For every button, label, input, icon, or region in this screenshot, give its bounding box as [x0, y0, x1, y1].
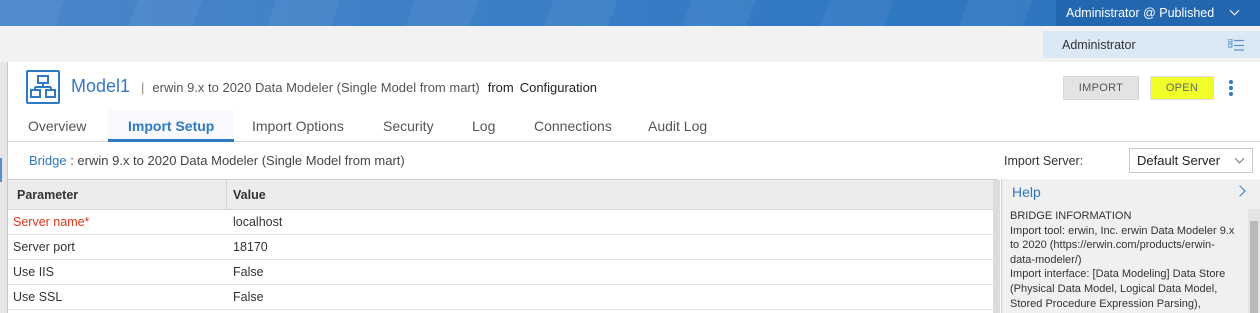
table-row[interactable]: Use SSL False [8, 285, 998, 310]
title-separator: | [141, 80, 145, 95]
tab-import-options[interactable]: Import Options [232, 110, 364, 142]
user-menu[interactable]: Administrator @ Published [1056, 0, 1260, 26]
import-server-select[interactable]: Default Server [1129, 148, 1253, 173]
help-title: Help [1012, 184, 1041, 200]
bridge-value: : erwin 9.x to 2020 Data Modeler (Single… [70, 153, 405, 168]
help-panel: Help BRIDGE INFORMATION Import tool: erw… [1001, 179, 1260, 313]
parameter-value[interactable]: False [233, 285, 264, 310]
user-menu-label: Administrator @ Published [1066, 6, 1215, 20]
tab-overview[interactable]: Overview [8, 110, 106, 142]
list-view-icon[interactable] [1228, 39, 1244, 51]
parameter-grid: Parameter Value Server name* localhost S… [8, 179, 1000, 313]
help-line: to 2020 (https://erwin.com/products/erwi… [1010, 239, 1215, 252]
tab-connections[interactable]: Connections [514, 110, 632, 142]
model-description: erwin 9.x to 2020 Data Modeler (Single M… [152, 80, 480, 95]
bridge-info: Bridge : erwin 9.x to 2020 Data Modeler … [29, 153, 405, 168]
parameter-name: Server name* [13, 215, 90, 229]
parameter-name: Use IIS [13, 265, 54, 279]
hierarchy-icon [30, 75, 56, 98]
model-icon [26, 70, 60, 104]
from-label: from [487, 80, 514, 95]
model-subtitle: | erwin 9.x to 2020 Data Modeler (Single … [141, 80, 597, 95]
grid-scrollbar[interactable] [993, 180, 1000, 313]
parameter-value[interactable]: False [233, 260, 264, 285]
left-collapse-strip[interactable] [0, 62, 8, 313]
tab-security[interactable]: Security [363, 110, 454, 142]
import-server-value: Default Server [1137, 153, 1221, 168]
model-title: Model1 [71, 76, 131, 96]
help-line: (Physical Data Model, Logical Data Model… [1010, 282, 1218, 295]
bridge-label[interactable]: Bridge [29, 153, 67, 168]
help-line: Stored Procedure Expression Parsing), [1010, 297, 1201, 310]
parameter-column-header[interactable]: Parameter [17, 180, 78, 210]
parameter-value[interactable]: 18170 [233, 235, 268, 260]
import-button[interactable]: IMPORT [1063, 76, 1139, 100]
scroll-thumb[interactable] [1250, 221, 1258, 313]
tab-bar: Overview Import Setup Import Options Sec… [8, 110, 1260, 142]
column-divider[interactable] [226, 180, 227, 210]
help-line: Import interface: [Data Modeling] Data S… [1010, 268, 1226, 281]
value-column-header[interactable]: Value [233, 180, 266, 210]
configuration-name[interactable]: Configuration [520, 80, 597, 95]
tab-audit-log[interactable]: Audit Log [628, 110, 727, 142]
open-button[interactable]: OPEN [1150, 76, 1214, 100]
parameter-name: Server port [13, 240, 75, 254]
more-options-icon[interactable] [1228, 80, 1234, 96]
table-row[interactable]: Use IIS False [8, 260, 998, 285]
left-strip-marker [0, 158, 2, 182]
admin-panel[interactable]: Administrator [1043, 31, 1260, 58]
admin-label: Administrator [1062, 37, 1136, 52]
top-bar: Administrator @ Published [0, 0, 1260, 26]
chevron-down-icon [1234, 153, 1245, 164]
help-line: BRIDGE INFORMATION [1010, 210, 1132, 222]
help-content: BRIDGE INFORMATION Import tool: erwin, I… [1010, 209, 1246, 313]
chevron-right-icon[interactable] [1234, 185, 1246, 197]
tab-import-setup[interactable]: Import Setup [108, 110, 235, 142]
table-row[interactable]: Server port 18170 [8, 235, 998, 260]
help-scrollbar[interactable] [1248, 209, 1260, 313]
chevron-down-icon [1229, 5, 1240, 16]
parameter-value[interactable]: localhost [233, 210, 282, 235]
parameter-name: Use SSL [13, 290, 63, 304]
table-row[interactable]: Server name* localhost [8, 210, 998, 235]
tab-log[interactable]: Log [452, 110, 515, 142]
help-line: data-modeler/) [1010, 253, 1082, 266]
import-server-label: Import Server: [1004, 154, 1084, 168]
help-line: Import tool: erwin, Inc. erwin Data Mode… [1010, 224, 1235, 237]
grid-header: Parameter Value [8, 180, 998, 210]
